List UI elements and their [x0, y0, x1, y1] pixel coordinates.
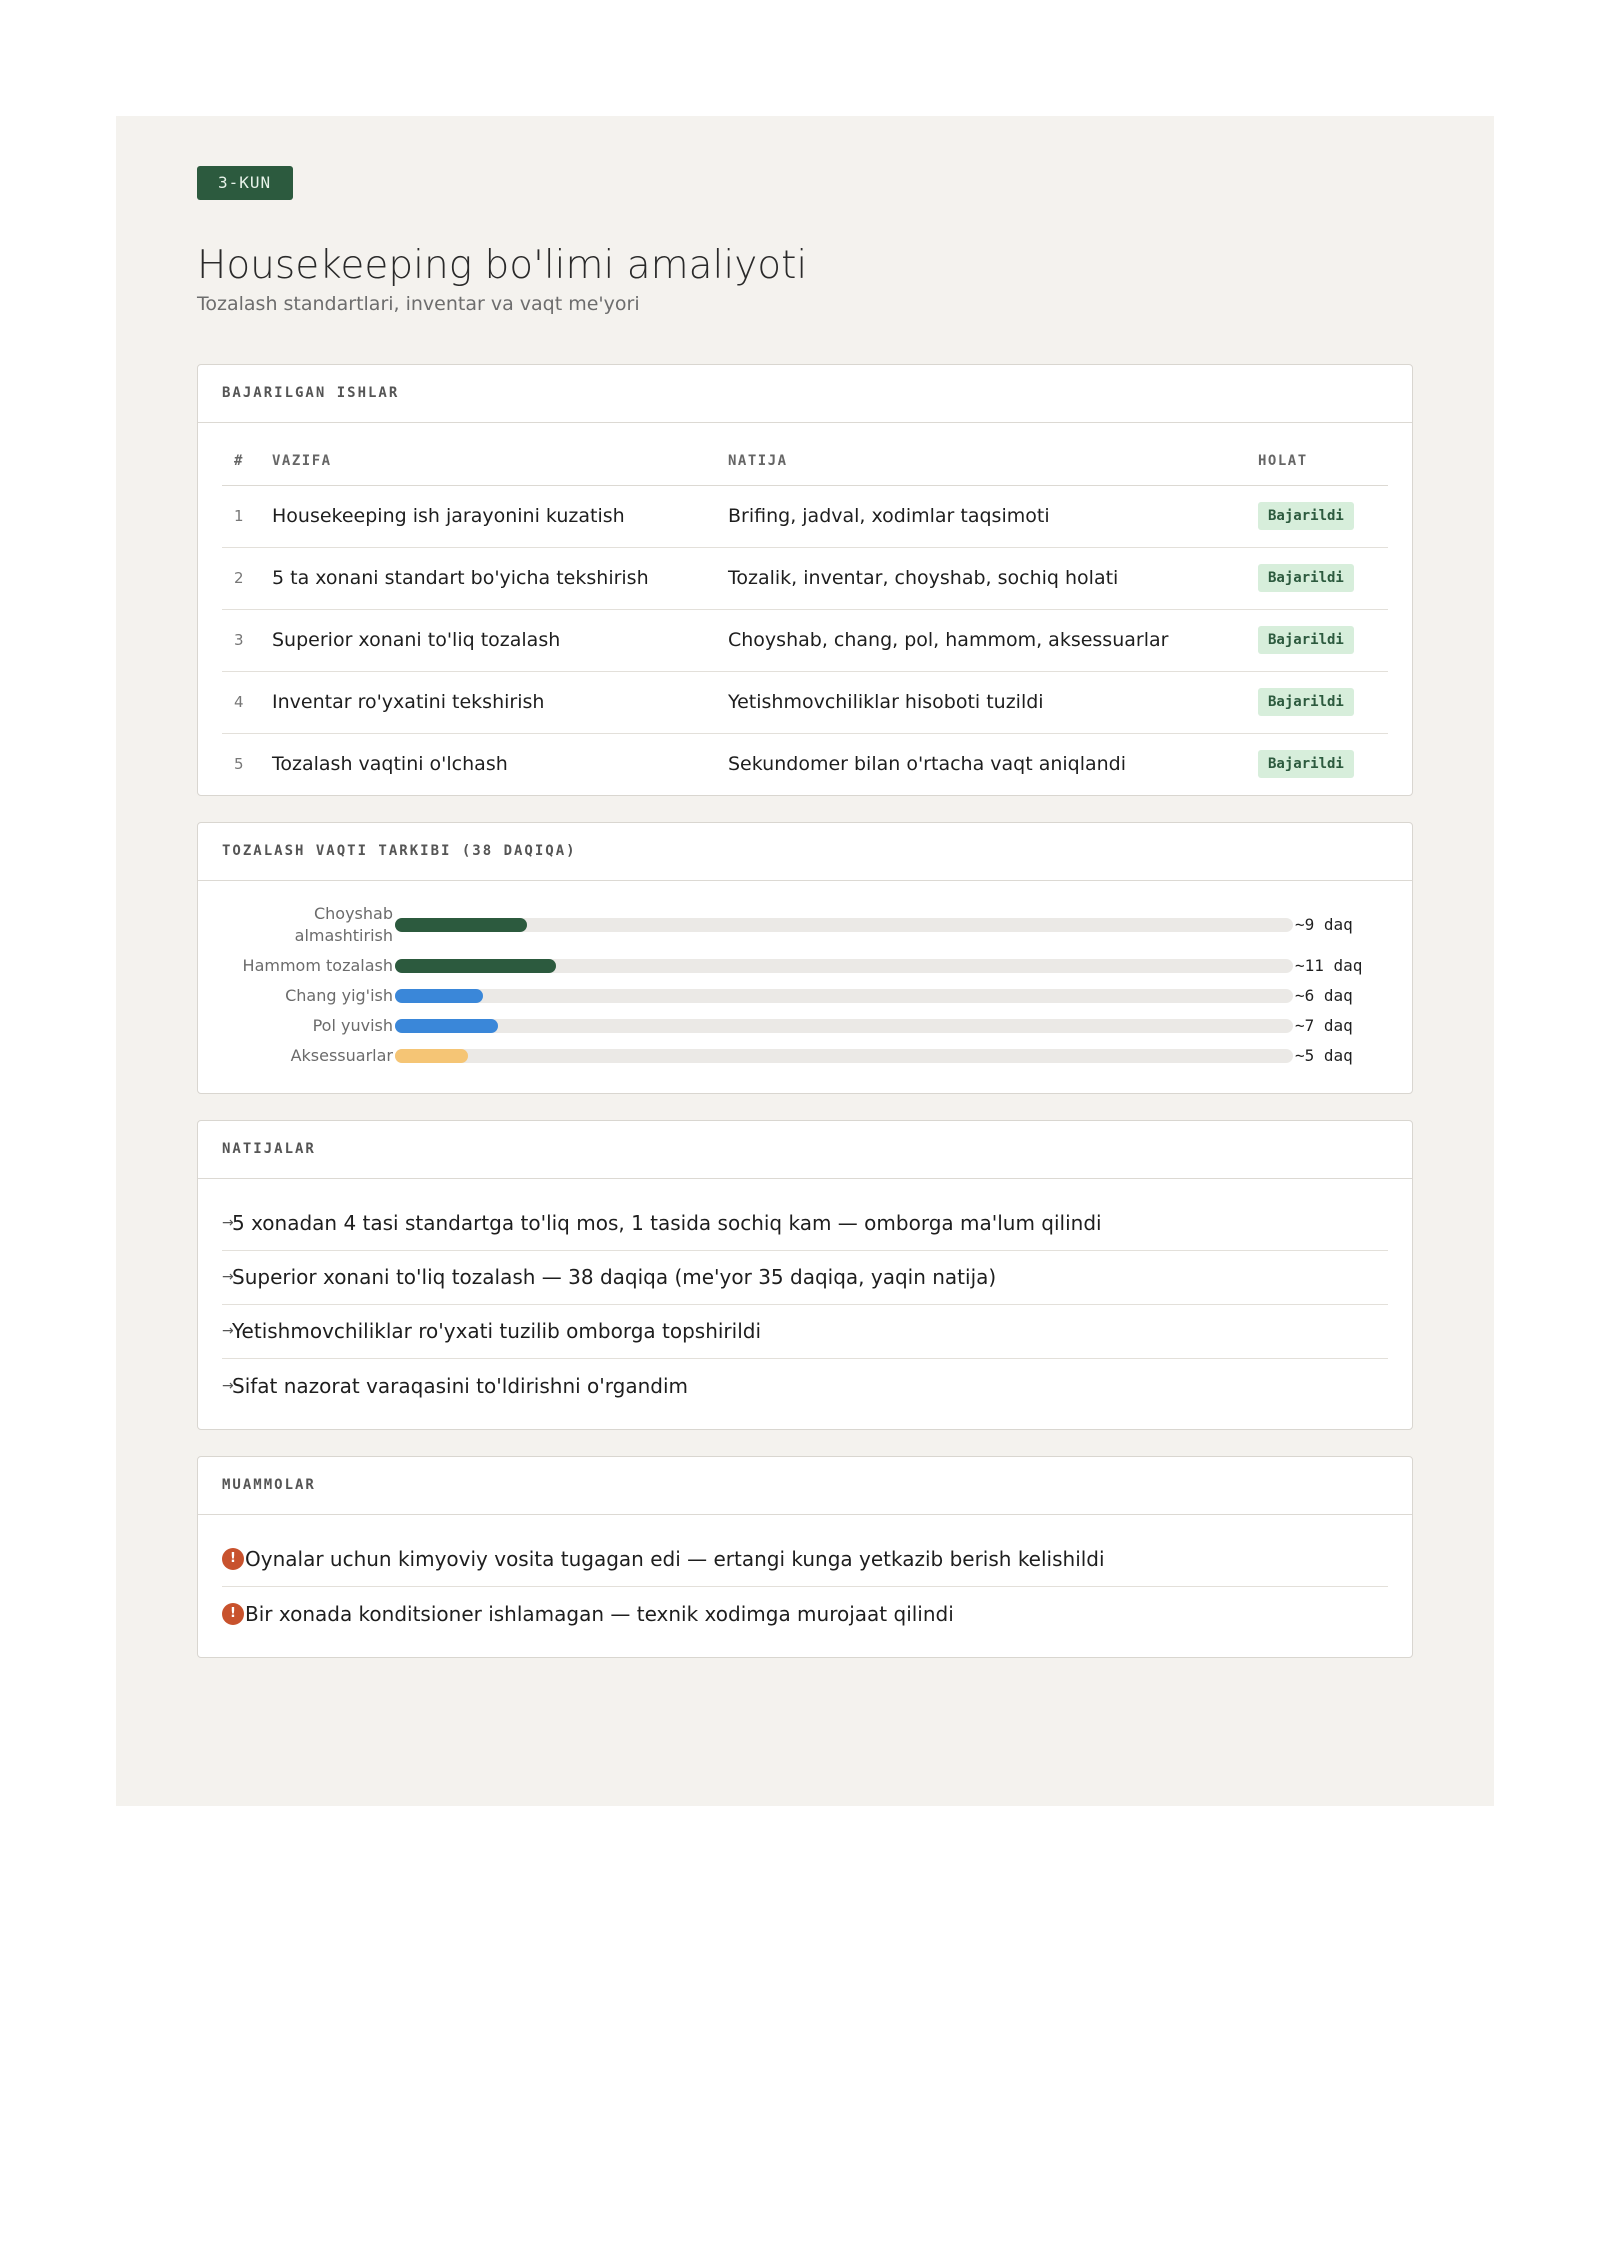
table-row: 3 Superior xonani to'liq tozalash Choyshab…	[222, 609, 1388, 672]
bar-row: Aksessuarlar ~5 daq	[222, 1045, 1388, 1067]
task-result: Yetishmovchiliklar hisoboti tuzildi	[728, 671, 1258, 734]
list-item: ! Oynalar uchun kimyoviy vosita tugagan e…	[222, 1533, 1388, 1587]
list-item: ! Bir xonada konditsioner ishlamagan — te…	[222, 1587, 1388, 1641]
task-number: 4	[222, 671, 272, 734]
bar-label: Hammom tozalash	[242, 955, 393, 975]
column-header-result: NATIJA	[728, 423, 1258, 486]
list-item: → Yetishmovchiliklar ro'yxati tuzilib omb…	[222, 1305, 1388, 1359]
column-header-status: HOLAT	[1258, 423, 1388, 486]
list-item: → 5 xonadan 4 tasi standartga to'liq mos,…	[222, 1197, 1388, 1251]
day-badge: 3-KUN	[197, 166, 294, 200]
table-header-row: # VAZIFA NATIJA HOLAT	[222, 423, 1388, 486]
tasks-section-title: BAJARILGAN ISHLAR	[198, 365, 1412, 423]
list-item: → Superior xonani to'liq tozalash — 38 da…	[222, 1251, 1388, 1305]
page-title: Housekeeping bo'limi amaliyoti	[197, 243, 808, 288]
column-header-number: #	[222, 423, 272, 486]
task-status-cell: Bajarildi	[1258, 547, 1388, 610]
list-item: → Sifat nazorat varaqasini to'ldirishni o…	[222, 1359, 1388, 1413]
task-result: Sekundomer bilan o'rtacha vaqt aniqlandi	[728, 753, 1127, 775]
task-result: Choyshab, chang, pol, hammom, aksessuarl…	[728, 609, 1258, 672]
problems-section-title: MUAMMOLAR	[198, 1457, 1412, 1515]
bar-label: Choyshab almashtirish	[294, 903, 393, 945]
bar-track	[395, 988, 1293, 1003]
problem-text: Oynalar uchun kimyoviy vosita tugagan ed…	[245, 1547, 1105, 1571]
task-number: 3	[222, 609, 272, 672]
table-row: 25 ta xonani standart bo'yicha tekshiris…	[222, 547, 1388, 610]
bar-value-label: ~9 daq	[1295, 915, 1353, 934]
arrow-icon: →	[222, 1323, 234, 1339]
bar-value-label: ~7 daq	[1295, 1016, 1353, 1035]
task-result: Brifing, jadval, xodimlar taqsimoti	[728, 485, 1258, 548]
result-text: Superior xonani to'liq tozalash — 38 daq…	[232, 1265, 997, 1289]
task-name: Inventar ro'yxatini tekshirish	[272, 671, 728, 734]
problems-list: ! Oynalar uchun kimyoviy vosita tugagan e…	[222, 1515, 1388, 1657]
bar-value-label: ~5 daq	[1295, 1046, 1353, 1065]
task-status-cell: Bajarildi	[1258, 485, 1388, 548]
result-text: 5 xonadan 4 tasi standartga to'liq mos, …	[232, 1211, 1102, 1235]
task-number: 5	[234, 755, 244, 773]
problems-card: MUAMMOLAR ! Oynalar uchun kimyoviy vosita…	[197, 1455, 1413, 1658]
task-status-cell: Bajarildi	[1258, 733, 1388, 795]
page-subtitle: Tozalash standartlari, inventar va vaqt …	[197, 293, 640, 315]
task-number: 2	[222, 547, 272, 610]
tasks-table: # VAZIFA NATIJA HOLAT 1 Housekeeping ish …	[222, 423, 1388, 795]
result-text: Sifat nazorat varaqasini to'ldirishni o'…	[232, 1373, 688, 1398]
column-header-task: VAZIFA	[272, 423, 728, 486]
time-breakdown-section-title: TOZALASH VAQTI TARKIBI (38 DAQIQA)	[198, 823, 1412, 881]
bar-value-label: ~11 daq	[1295, 956, 1363, 975]
bar	[395, 988, 483, 1003]
bar-label: Aksessuarlar	[290, 1045, 393, 1065]
problem-text: Bir xonada konditsioner ishlamagan — tex…	[245, 1601, 954, 1626]
status-badge: Bajarildi	[1258, 502, 1354, 530]
bar-row: Chang yig'ish ~6 daq	[222, 985, 1388, 1007]
table-row: 5 Tozalash vaqtini o'lchash Sekundomer bil…	[222, 733, 1388, 795]
bar-value-label: ~6 daq	[1295, 986, 1353, 1005]
warning-icon: !	[222, 1602, 244, 1625]
bar	[395, 1048, 469, 1063]
results-section-title: NATIJALAR	[198, 1121, 1412, 1179]
task-name: Tozalash vaqtini o'lchash	[272, 753, 508, 775]
table-row: 1 Housekeeping ish jarayonini kuzatish Bri…	[222, 485, 1388, 548]
bar-track	[395, 1048, 1293, 1063]
bar-row: Pol yuvish ~7 daq	[222, 1015, 1388, 1037]
task-result: Tozalik, inventar, choyshab, sochiq hola…	[728, 547, 1258, 610]
warning-icon: !	[222, 1548, 244, 1570]
task-number: 1	[222, 485, 272, 548]
status-badge: Bajarildi	[1258, 688, 1354, 716]
report-page: 3-KUN Housekeeping bo'limi amaliyoti Toz…	[116, 116, 1494, 1806]
task-status-cell: Bajarildi	[1258, 671, 1388, 734]
bar-track	[395, 1018, 1293, 1033]
bar-label: Chang yig'ish	[285, 985, 393, 1005]
bar-track	[395, 917, 1293, 932]
task-name: Superior xonani to'liq tozalash	[272, 609, 728, 672]
arrow-icon: →	[222, 1377, 234, 1394]
task-name: 5 ta xonani standart bo'yicha tekshirish	[272, 547, 728, 610]
bar-label: Pol yuvish	[312, 1015, 393, 1035]
table-row: 4 Inventar ro'yxatini tekshirish Yetishmov…	[222, 671, 1388, 734]
result-text: Yetishmovchiliklar ro'yxati tuzilib ombo…	[232, 1319, 762, 1343]
time-breakdown-chart: Choyshab almashtirish ~9 daq Hammom tozala…	[198, 881, 1412, 1093]
bar	[395, 1018, 498, 1033]
status-badge: Bajarildi	[1258, 750, 1354, 778]
bar-track	[395, 958, 1293, 973]
bar-row: Choyshab almashtirish ~9 daq	[222, 903, 1388, 947]
task-name: Housekeeping ish jarayonini kuzatish	[272, 485, 728, 548]
results-card: NATIJALAR → 5 xonadan 4 tasi standartga t…	[197, 1119, 1413, 1430]
bar	[395, 958, 557, 973]
status-badge: Bajarildi	[1258, 564, 1354, 592]
bar	[395, 917, 527, 932]
arrow-icon: →	[222, 1215, 234, 1231]
tasks-card: BAJARILGAN ISHLAR # VAZIFA NATIJA HOLAT …	[197, 364, 1413, 796]
status-badge: Bajarildi	[1258, 626, 1354, 654]
arrow-icon: →	[222, 1269, 234, 1285]
task-status-cell: Bajarildi	[1258, 609, 1388, 672]
time-breakdown-card: TOZALASH VAQTI TARKIBI (38 DAQIQA) Choys…	[197, 821, 1413, 1094]
bar-row: Hammom tozalash ~11 daq	[222, 955, 1388, 977]
results-list: → 5 xonadan 4 tasi standartga to'liq mos,…	[222, 1179, 1388, 1429]
